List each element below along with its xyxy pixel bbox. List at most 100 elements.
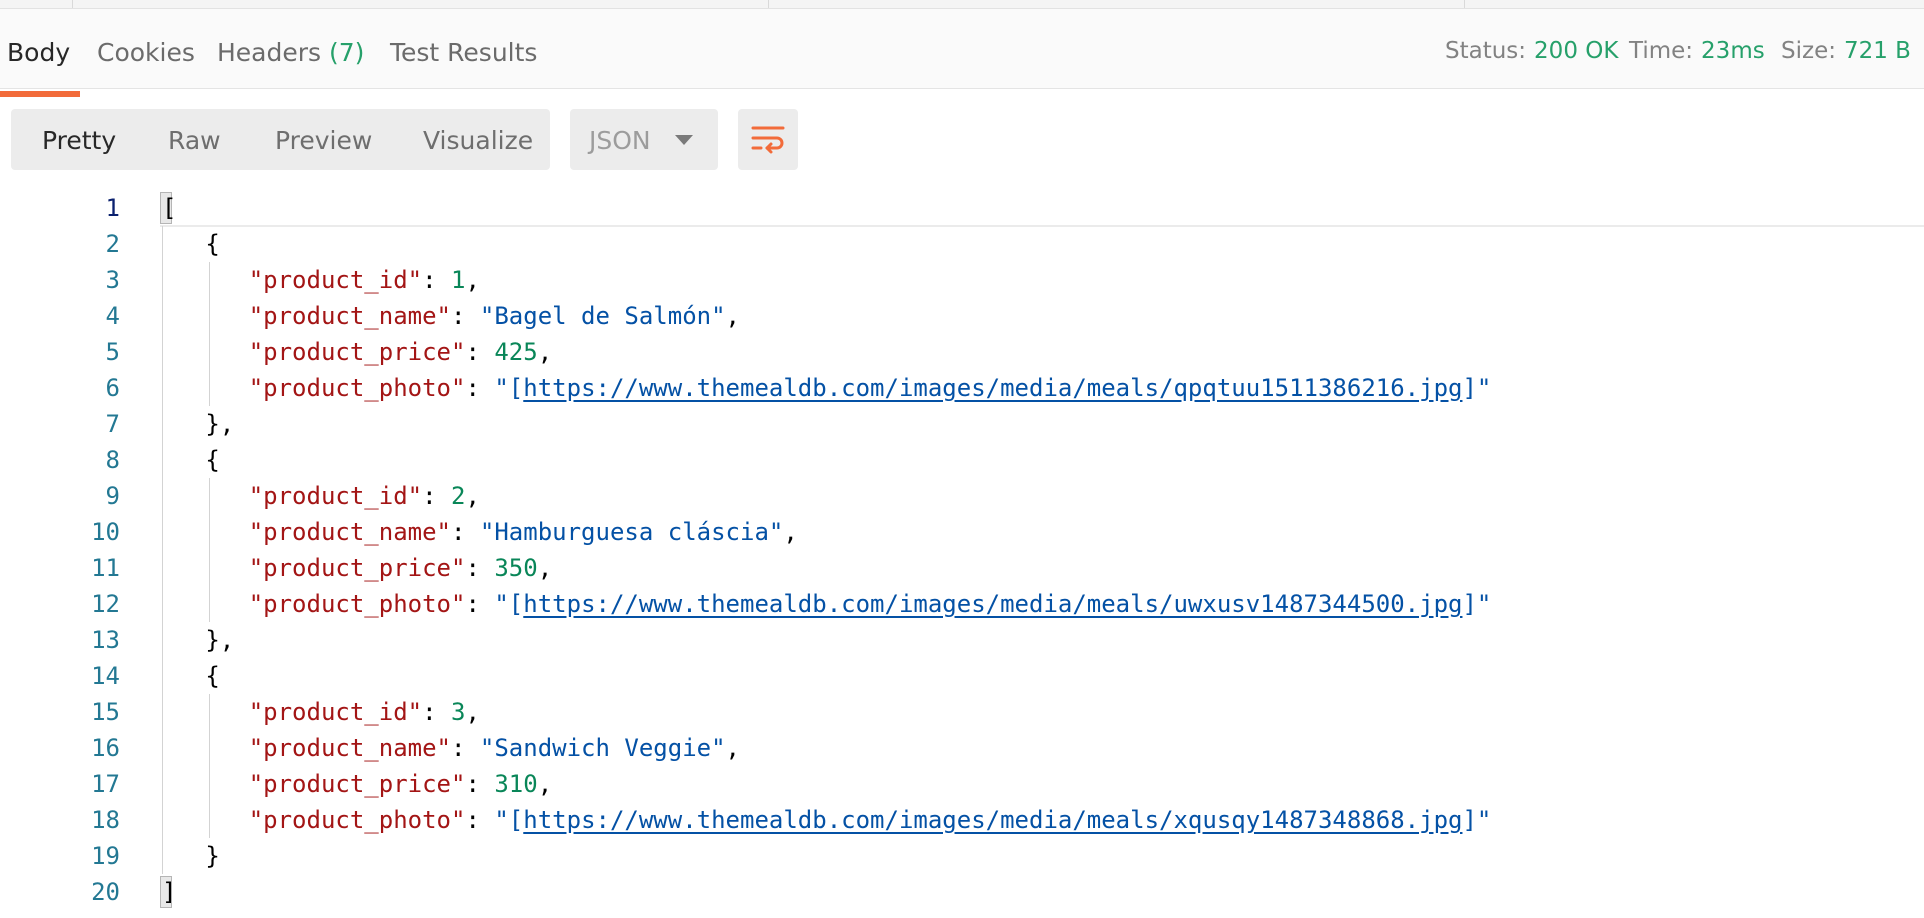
indent-guide bbox=[209, 694, 211, 838]
line-number: 11 bbox=[91, 554, 120, 582]
line-number: 12 bbox=[91, 590, 120, 618]
json-number: 310 bbox=[494, 770, 538, 798]
object-brace: { bbox=[205, 230, 220, 258]
line-content: "product_name": "Sandwich Veggie", bbox=[248, 734, 740, 762]
indent-guide bbox=[209, 262, 211, 406]
line-content: "product_name": "Bagel de Salmón", bbox=[248, 302, 740, 330]
code-line: 2 { bbox=[0, 226, 1924, 262]
size-value: 721 B bbox=[1843, 38, 1911, 64]
status-value: 200 OK bbox=[1534, 38, 1619, 64]
tab-body[interactable]: Body bbox=[7, 9, 70, 88]
code-line: 10 "product_name": "Hamburguesa cláscia"… bbox=[0, 514, 1924, 550]
array-bracket: [ bbox=[162, 194, 177, 222]
json-key: "product_id" bbox=[248, 482, 423, 510]
line-content: }, bbox=[162, 622, 234, 658]
time-value: 23ms bbox=[1701, 38, 1765, 64]
line-content: "product_photo": "[https://www.themealdb… bbox=[248, 806, 1492, 834]
json-string: ]" bbox=[1462, 374, 1492, 402]
json-string: "Bagel de Salmón" bbox=[479, 302, 726, 330]
line-content: ] bbox=[162, 874, 176, 910]
tab-cookies[interactable]: Cookies bbox=[97, 9, 195, 88]
code-line: 5 "product_price": 425, bbox=[0, 334, 1924, 370]
code-line: 3 "product_id": 1, bbox=[0, 262, 1924, 298]
line-content: "product_price": 310, bbox=[248, 770, 553, 798]
code-line: 6 "product_photo": "[https://www.themeal… bbox=[0, 370, 1924, 406]
response-body-editor[interactable]: 1 [2 {3 "product_id": 1, 4 "product_name":… bbox=[0, 190, 1924, 918]
line-number: 10 bbox=[91, 518, 120, 546]
line-number: 8 bbox=[105, 446, 120, 474]
photo-url-link[interactable]: https://www.themealdb.com/images/media/m… bbox=[523, 806, 1462, 834]
active-tab-indicator bbox=[0, 91, 80, 97]
size-label: Size: bbox=[1781, 38, 1836, 64]
photo-url-link[interactable]: https://www.themealdb.com/images/media/m… bbox=[523, 590, 1462, 618]
json-key: "product_photo" bbox=[248, 590, 466, 618]
indent-guide bbox=[209, 478, 211, 622]
view-mode-group: Pretty Raw Preview Visualize bbox=[11, 109, 550, 170]
code-line: 16 "product_name": "Sandwich Veggie", bbox=[0, 730, 1924, 766]
status-label: Status: bbox=[1445, 38, 1527, 64]
indent-guide bbox=[162, 226, 163, 874]
json-string: "[ bbox=[494, 374, 524, 402]
tab-test-results[interactable]: Test Results bbox=[390, 9, 537, 88]
code-line: 14 { bbox=[0, 658, 1924, 694]
size-readout: Size: 721 B bbox=[1781, 9, 1911, 88]
json-number: 1 bbox=[451, 266, 466, 294]
format-select-value: JSON bbox=[589, 126, 651, 155]
tab-headers[interactable]: Headers (7) bbox=[217, 9, 364, 88]
line-content: { bbox=[162, 658, 220, 694]
json-number: 425 bbox=[494, 338, 538, 366]
view-pretty-button[interactable]: Pretty bbox=[42, 109, 116, 170]
line-content: "product_name": "Hamburguesa cláscia", bbox=[248, 518, 798, 546]
time-label: Time: bbox=[1629, 38, 1694, 64]
object-brace: }, bbox=[205, 410, 235, 438]
array-bracket: ] bbox=[162, 878, 177, 906]
status-readout: Status: 200 OK bbox=[1445, 9, 1618, 88]
view-preview-button[interactable]: Preview bbox=[275, 109, 372, 170]
line-number: 7 bbox=[105, 410, 120, 438]
json-key: "product_price" bbox=[248, 770, 466, 798]
json-key: "product_name" bbox=[248, 302, 451, 330]
line-content: "product_photo": "[https://www.themealdb… bbox=[248, 374, 1492, 402]
code-line: 12 "product_photo": "[https://www.themea… bbox=[0, 586, 1924, 622]
time-readout: Time: 23ms bbox=[1629, 9, 1765, 88]
json-key: "product_id" bbox=[248, 266, 423, 294]
request-pane-edge bbox=[0, 0, 1924, 9]
wrap-lines-button[interactable] bbox=[738, 109, 798, 170]
json-key: "product_photo" bbox=[248, 806, 466, 834]
code-line: 13 }, bbox=[0, 622, 1924, 658]
line-number: 13 bbox=[91, 626, 120, 654]
tab-cookies-label: Cookies bbox=[97, 38, 195, 67]
line-number: 3 bbox=[105, 266, 120, 294]
format-select[interactable]: JSON bbox=[570, 109, 718, 170]
object-brace: { bbox=[205, 662, 220, 690]
line-content: }, bbox=[162, 406, 234, 442]
code-line: 11 "product_price": 350, bbox=[0, 550, 1924, 586]
view-raw-label: Raw bbox=[168, 126, 221, 155]
view-visualize-button[interactable]: Visualize bbox=[423, 109, 533, 170]
line-content: "product_photo": "[https://www.themealdb… bbox=[248, 590, 1492, 618]
divider bbox=[72, 0, 73, 8]
divider bbox=[1464, 0, 1465, 8]
line-content: } bbox=[162, 838, 219, 874]
code-line: 20] bbox=[0, 874, 1924, 910]
line-content: "product_price": 350, bbox=[248, 554, 553, 582]
wrap-lines-icon bbox=[751, 126, 785, 154]
tab-body-label: Body bbox=[7, 38, 71, 67]
json-string: ]" bbox=[1462, 806, 1492, 834]
tab-headers-label: Headers bbox=[217, 38, 322, 67]
json-string: "[ bbox=[494, 590, 524, 618]
photo-url-link[interactable]: https://www.themealdb.com/images/media/m… bbox=[523, 374, 1462, 402]
json-key: "product_price" bbox=[248, 338, 466, 366]
line-number: 16 bbox=[91, 734, 120, 762]
response-tab-bar: Body Cookies Headers (7) Test Results St… bbox=[0, 9, 1924, 97]
line-content: [ bbox=[162, 190, 176, 226]
json-number: 350 bbox=[494, 554, 538, 582]
line-number: 5 bbox=[105, 338, 120, 366]
view-pretty-label: Pretty bbox=[42, 126, 117, 155]
view-raw-button[interactable]: Raw bbox=[168, 109, 221, 170]
line-number: 17 bbox=[91, 770, 120, 798]
json-key: "product_photo" bbox=[248, 374, 466, 402]
line-number: 1 bbox=[105, 194, 120, 222]
line-number: 4 bbox=[105, 302, 120, 330]
json-key: "product_name" bbox=[248, 734, 451, 762]
